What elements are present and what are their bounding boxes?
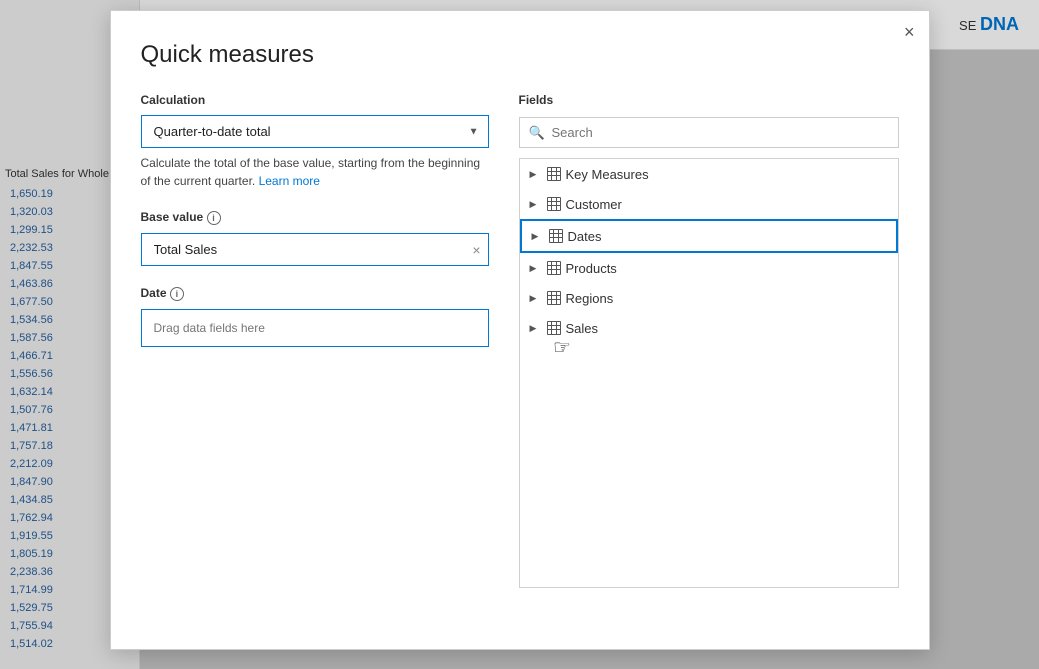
calculation-dropdown-container: Quarter-to-date totalMonth-to-date total… (141, 115, 489, 148)
field-name-label: Dates (568, 229, 602, 244)
field-name-label: Key Measures (566, 167, 649, 182)
search-box: 🔍 (519, 117, 899, 148)
field-item[interactable]: ▶ Key Measures (520, 159, 898, 189)
table-icon (546, 290, 562, 306)
fields-label: Fields (519, 93, 899, 107)
table-icon (546, 320, 562, 336)
date-info-icon: i (170, 287, 184, 301)
expand-arrow-icon: ▶ (532, 231, 544, 242)
calculation-label: Calculation (141, 93, 489, 107)
field-item[interactable]: ▶ Customer (520, 189, 898, 219)
expand-arrow-icon: ▶ (530, 263, 542, 274)
field-item[interactable]: ▶ Dates (520, 219, 898, 253)
close-button[interactable]: × (904, 23, 915, 41)
modal-title: Quick measures (141, 41, 899, 69)
quick-measures-modal: × Quick measures Calculation Quarter-to-… (110, 10, 930, 650)
right-panel: Fields 🔍 ▶ Key Measures▶ Customer▶ Dates… (519, 93, 899, 588)
calc-description: Calculate the total of the base value, s… (141, 154, 489, 190)
expand-arrow-icon: ▶ (530, 169, 542, 180)
calculation-dropdown[interactable]: Quarter-to-date totalMonth-to-date total… (141, 115, 489, 148)
field-item[interactable]: ▶ Products (520, 253, 898, 283)
search-icon: 🔍 (529, 125, 545, 141)
field-name-label: Products (566, 261, 617, 276)
modal-body: Calculation Quarter-to-date totalMonth-t… (141, 93, 899, 588)
field-item[interactable]: ▶ Regions (520, 283, 898, 313)
base-value-input-container: × (141, 233, 489, 266)
date-label: Date i (141, 286, 489, 301)
base-value-clear-button[interactable]: × (472, 243, 480, 257)
learn-more-link[interactable]: Learn more (259, 174, 320, 188)
fields-list: ▶ Key Measures▶ Customer▶ Dates▶ Product… (519, 158, 899, 588)
base-value-info-icon: i (207, 211, 221, 225)
left-panel: Calculation Quarter-to-date totalMonth-t… (141, 93, 489, 588)
date-drag-input[interactable] (141, 309, 489, 347)
table-icon (548, 228, 564, 244)
expand-arrow-icon: ▶ (530, 293, 542, 304)
base-value-label: Base value i (141, 210, 489, 225)
field-item[interactable]: ▶ Sales (520, 313, 898, 343)
field-name-label: Regions (566, 291, 614, 306)
table-icon (546, 196, 562, 212)
base-value-input[interactable] (141, 233, 489, 266)
field-name-label: Sales (566, 321, 599, 336)
expand-arrow-icon: ▶ (530, 323, 542, 334)
modal-overlay: × Quick measures Calculation Quarter-to-… (0, 0, 1039, 669)
table-icon (546, 260, 562, 276)
table-icon (546, 166, 562, 182)
fields-search-input[interactable] (519, 117, 899, 148)
field-name-label: Customer (566, 197, 622, 212)
expand-arrow-icon: ▶ (530, 199, 542, 210)
